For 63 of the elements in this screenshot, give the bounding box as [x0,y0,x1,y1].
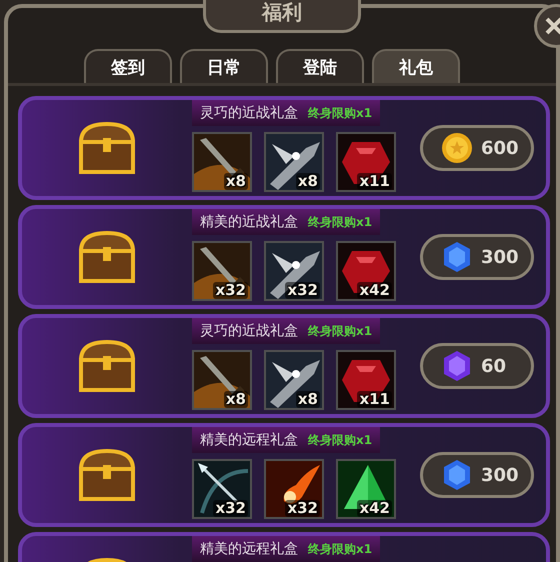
ruby-icon [338,352,394,408]
item-count: x32 [213,500,248,517]
item-slot[interactable]: x32 [192,241,252,301]
item-slot[interactable]: x32 [192,459,252,519]
blade-icon [266,134,322,190]
item-slot[interactable]: x8 [192,350,252,410]
emerald-icon [338,461,394,517]
close-icon [545,17,560,35]
item-count: x8 [296,391,320,408]
pack-name: 灵巧的近战礼盒 [200,322,298,340]
buy-button[interactable]: 300 [420,234,534,280]
treasure-chest-icon [77,229,137,285]
pack-name: 灵巧的近战礼盒 [200,104,298,122]
window-title: 福利 [203,0,361,33]
item-count: x8 [296,173,320,190]
pack-name: 精美的近战礼盒 [200,213,298,231]
item-count: x11 [357,391,392,408]
sword-icon [194,243,250,299]
item-slot[interactable]: x32 [264,459,324,519]
purchase-limit: 终身限购x1 [308,432,372,448]
item-count: x8 [224,391,248,408]
blade-icon [266,243,322,299]
treasure-chest-icon [77,338,137,394]
gem-icon [441,350,473,382]
pack-name: 精美的远程礼盒 [200,431,298,449]
purchase-limit: 终身限购x1 [308,322,372,340]
tab[interactable]: 日常 [180,49,268,83]
coin-icon [441,132,473,164]
ruby-icon [338,134,394,190]
item-count: x8 [224,173,248,190]
tab[interactable]: 登陆 [276,49,364,83]
item-slot[interactable]: x32 [264,241,324,301]
item-count: x32 [285,282,320,299]
pack-name: 精美的远程礼盒 [200,540,298,558]
ruby-icon [338,243,394,299]
sword-icon [194,352,250,408]
blade-icon [266,352,322,408]
item-slot[interactable]: x8 [264,132,324,192]
item-slot[interactable]: x42 [336,241,396,301]
gem-icon [441,241,473,273]
buy-button[interactable]: 300 [420,452,534,498]
item-count: x42 [357,500,392,517]
item-slot[interactable]: x8 [264,350,324,410]
buy-button[interactable]: 60 [420,343,534,389]
purchase-limit: 终身限购x1 [308,214,372,230]
sword-icon [194,134,250,190]
item-count: x42 [357,282,392,299]
item-count: x11 [357,173,392,190]
item-count: x32 [213,282,248,299]
item-slot[interactable]: x11 [336,350,396,410]
buy-button[interactable]: 600 [420,125,534,171]
gem-icon [441,459,473,491]
item-slot[interactable]: x8 [192,132,252,192]
fireball-icon [266,461,322,517]
treasure-chest-icon [77,447,137,503]
tab[interactable]: 签到 [84,49,172,83]
treasure-chest-icon [77,120,137,176]
item-slot[interactable]: x11 [336,132,396,192]
purchase-limit: 终身限购x1 [308,540,372,558]
purchase-limit: 终身限购x1 [308,104,372,122]
tab[interactable]: 礼包 [372,49,460,83]
item-slot[interactable]: x42 [336,459,396,519]
item-count: x32 [285,500,320,517]
